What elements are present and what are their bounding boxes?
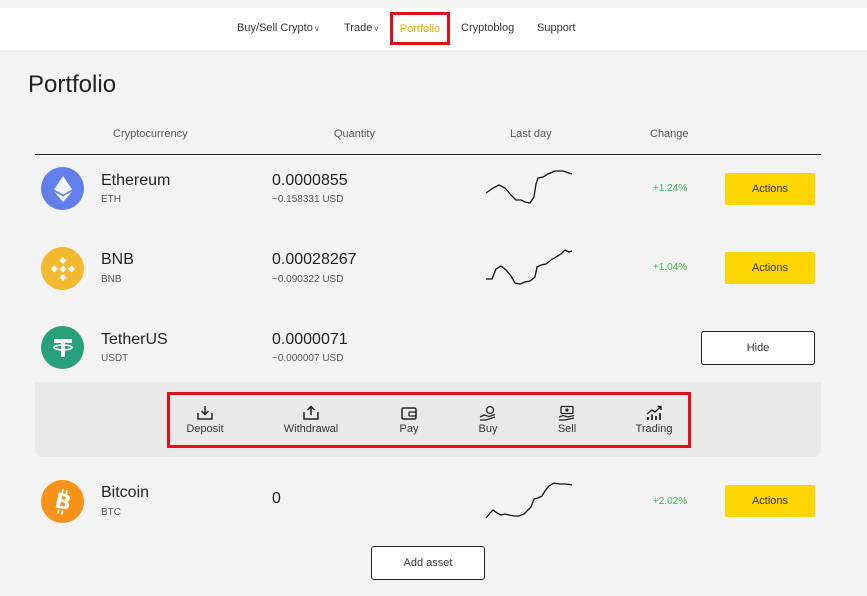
- coin-usd-value: ~0.000007 USD: [272, 353, 344, 364]
- coin-symbol: BTC: [101, 507, 121, 518]
- wallet-icon: [401, 407, 417, 420]
- coin-quantity: 0.0000071: [272, 331, 348, 348]
- coin-usd-value: ~0.158331 USD: [272, 194, 344, 205]
- coin-name: Bitcoin: [101, 484, 150, 501]
- coin-change: +1.04%: [652, 262, 688, 273]
- nav-support-label: Support: [537, 22, 576, 34]
- coin-symbol: ETH: [101, 194, 121, 205]
- actions-button[interactable]: Actions: [725, 485, 815, 517]
- header-cryptocurrency: Cryptocurrency: [113, 128, 188, 140]
- coin-quantity: 0.00028267: [272, 251, 357, 268]
- deposit-label: Deposit: [186, 423, 224, 435]
- nav-portfolio[interactable]: Portfolio: [390, 12, 450, 45]
- table-row: B Bitcoin BTC 0 +2.02% Actions: [35, 472, 821, 532]
- buy-button[interactable]: Buy: [453, 405, 523, 435]
- actions-button[interactable]: Actions: [725, 252, 815, 284]
- sparkline-chart: [485, 482, 573, 519]
- page-title: Portfolio: [28, 71, 117, 98]
- coin-quantity: 0.0000855: [272, 172, 348, 189]
- top-navigation: Buy/Sell Crypto v Trade v Portfolio Crypto…: [0, 8, 867, 50]
- trading-label: Trading: [635, 423, 673, 435]
- buy-label: Buy: [478, 423, 498, 435]
- nav-cryptoblog-label: Cryptoblog: [461, 22, 515, 34]
- tether-icon: [41, 326, 84, 369]
- coin-symbol: USDT: [101, 353, 129, 364]
- coin-name: Ethereum: [101, 172, 171, 189]
- action-toolbar: Deposit Withdrawal Pay Buy Sell Trading: [167, 392, 691, 448]
- pay-label: Pay: [399, 423, 419, 435]
- withdrawal-label: Withdrawal: [283, 423, 339, 435]
- nav-portfolio-label: Portfolio: [399, 22, 441, 35]
- bnb-icon: [41, 247, 84, 290]
- actions-button[interactable]: Actions: [725, 173, 815, 205]
- sparkline-chart: [486, 249, 573, 285]
- coin-symbol: BNB: [101, 274, 122, 285]
- hide-button[interactable]: Hide: [701, 331, 815, 365]
- nav-cryptoblog[interactable]: Cryptoblog: [461, 22, 514, 34]
- nav-support[interactable]: Support: [537, 22, 576, 34]
- bitcoin-icon: B: [41, 480, 84, 523]
- hand-coin-icon: [479, 405, 496, 421]
- ethereum-icon: [41, 167, 84, 210]
- download-icon: [197, 406, 213, 420]
- coin-quantity: 0: [272, 490, 281, 507]
- hand-cash-icon: [558, 405, 575, 421]
- withdrawal-button[interactable]: Withdrawal: [276, 405, 346, 435]
- deposit-button[interactable]: Deposit: [170, 405, 240, 435]
- nav-buy-sell-label: Buy/Sell Crypto: [237, 22, 313, 34]
- sell-label: Sell: [557, 423, 577, 435]
- nav-trade-label: Trade: [344, 22, 373, 34]
- coin-name: BNB: [101, 251, 134, 268]
- upload-icon: [303, 405, 319, 420]
- table-row: TetherUS USDT 0.0000071 ~0.000007 USD Hi…: [35, 320, 821, 380]
- asset-action-panel: Deposit Withdrawal Pay Buy Sell Trading: [35, 382, 821, 457]
- nav-trade[interactable]: Trade v: [344, 22, 378, 34]
- table-row: BNB BNB 0.00028267 ~0.090322 USD +1.04% …: [35, 240, 821, 300]
- sparkline-chart: [485, 170, 573, 204]
- nav-buy-sell-crypto[interactable]: Buy/Sell Crypto v: [237, 22, 319, 34]
- coin-change: +2.02%: [652, 496, 688, 507]
- header-quantity: Quantity: [334, 128, 375, 140]
- chart-up-icon: [646, 405, 662, 420]
- header-divider: [35, 154, 821, 155]
- table-row: Ethereum ETH 0.0000855 ~0.158331 USD +1.…: [35, 160, 821, 220]
- coin-change: +1.24%: [652, 183, 688, 194]
- pay-button[interactable]: Pay: [374, 405, 444, 435]
- chevron-down-icon: v: [314, 24, 319, 33]
- coin-name: TetherUS: [101, 331, 168, 348]
- sell-button[interactable]: Sell: [532, 405, 602, 435]
- header-last-day: Last day: [510, 128, 552, 140]
- header-change: Change: [650, 128, 689, 140]
- add-asset-button[interactable]: Add asset: [371, 546, 485, 580]
- chevron-down-icon: v: [374, 24, 379, 33]
- coin-usd-value: ~0.090322 USD: [272, 274, 344, 285]
- trading-button[interactable]: Trading: [619, 405, 689, 435]
